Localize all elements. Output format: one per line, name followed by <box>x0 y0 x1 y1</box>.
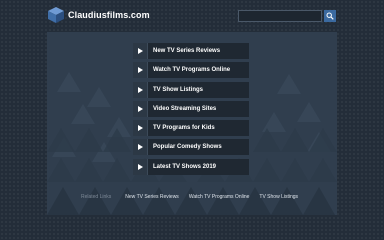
related-link-new-tv-series-reviews[interactable]: New TV Series Reviews <box>125 194 179 200</box>
related-link-watch-tv-programs-online[interactable]: Watch TV Programs Online <box>189 194 250 200</box>
arrow-box <box>133 43 147 59</box>
logo-text: Claudiusfilms.com <box>68 10 150 20</box>
arrow-box <box>133 158 147 175</box>
content-panel: New TV Series Reviews Watch TV Programs … <box>47 32 337 215</box>
play-arrow-icon <box>137 105 143 112</box>
link-label: Video Streaming Sites <box>147 100 249 117</box>
play-arrow-icon <box>137 163 143 170</box>
cube-logo-icon <box>48 7 64 23</box>
arrow-box <box>133 100 147 117</box>
related-link-tv-show-listings[interactable]: TV Show Listings <box>259 194 298 200</box>
play-arrow-icon <box>137 144 143 151</box>
link-label: Popular Comedy Shows <box>147 139 249 156</box>
link-label: TV Show Listings <box>147 81 249 98</box>
link-label: TV Programs for Kids <box>147 120 249 137</box>
related-links-bar: Related Links New TV Series Reviews Watc… <box>47 188 337 206</box>
site-logo[interactable]: Claudiusfilms.com <box>47 6 150 24</box>
arrow-box <box>133 81 147 98</box>
play-arrow-icon <box>137 67 143 74</box>
play-arrow-icon <box>137 86 143 93</box>
link-label: Watch TV Programs Online <box>147 62 249 79</box>
play-arrow-icon <box>137 125 143 132</box>
link-item-new-tv-series-reviews[interactable]: New TV Series Reviews <box>133 43 249 59</box>
search-bar <box>238 10 336 22</box>
link-item-tv-show-listings[interactable]: TV Show Listings <box>133 81 249 98</box>
link-item-latest-tv-shows-2019[interactable]: Latest TV Shows 2019 <box>133 158 249 175</box>
arrow-box <box>133 62 147 79</box>
related-links-title: Related Links <box>80 194 112 200</box>
link-label: New TV Series Reviews <box>147 43 249 59</box>
link-item-popular-comedy-shows[interactable]: Popular Comedy Shows <box>133 139 249 156</box>
arrow-box <box>133 120 147 137</box>
link-list: New TV Series Reviews Watch TV Programs … <box>133 43 249 178</box>
link-item-tv-programs-for-kids[interactable]: TV Programs for Kids <box>133 120 249 137</box>
play-arrow-icon <box>137 48 143 54</box>
search-input[interactable] <box>238 10 322 22</box>
link-item-video-streaming-sites[interactable]: Video Streaming Sites <box>133 100 249 117</box>
search-button[interactable] <box>324 10 336 22</box>
link-label: Latest TV Shows 2019 <box>147 158 249 175</box>
arrow-box <box>133 139 147 156</box>
search-icon <box>326 12 334 20</box>
link-item-watch-tv-programs-online[interactable]: Watch TV Programs Online <box>133 62 249 79</box>
